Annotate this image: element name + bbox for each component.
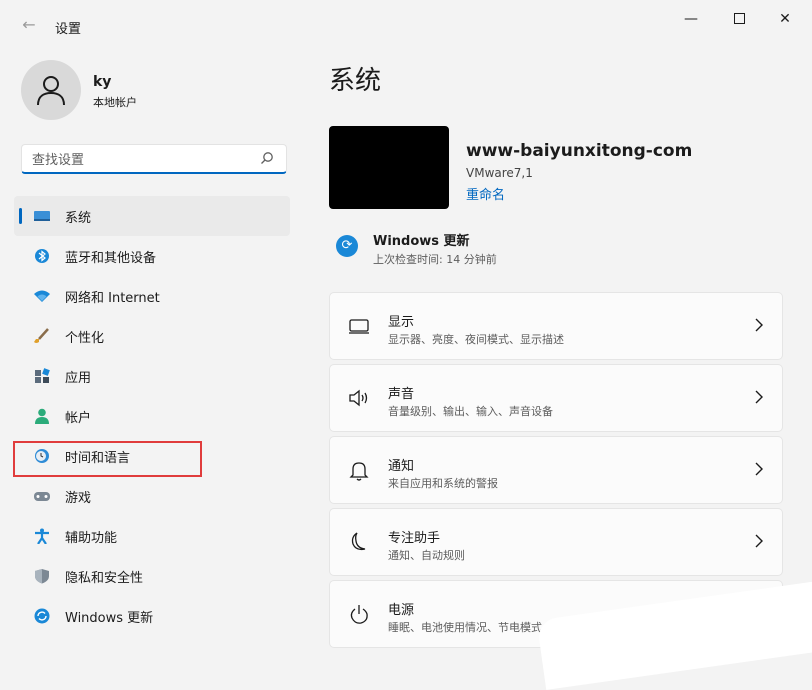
apps-icon	[35, 368, 50, 383]
brush-icon	[34, 328, 49, 343]
sidebar-item-bluetooth[interactable]: 蓝牙和其他设备	[14, 236, 290, 276]
maximize-icon	[733, 12, 745, 24]
sidebar-nav: 系统 蓝牙和其他设备 网络和 Internet 个性化 应用 帐户 时间和语言	[14, 196, 290, 636]
wifi-icon	[34, 290, 50, 302]
sidebar-item-label: 蓝牙和其他设备	[65, 251, 157, 266]
card-sound[interactable]: 声音 音量级别、输出、输入、声音设备	[329, 364, 783, 432]
sidebar-item-apps[interactable]: 应用	[14, 356, 290, 396]
card-title: 电源	[388, 603, 415, 618]
windows-update-icon	[34, 608, 50, 624]
device-name: www-baiyunxitong-com	[466, 141, 693, 161]
windows-update-status: 上次检查时间: 14 分钟前	[373, 253, 497, 266]
card-subtitle: 通知、自动规则	[388, 549, 465, 562]
chevron-right-icon	[755, 390, 763, 404]
rename-link[interactable]: 重命名	[466, 184, 505, 203]
user-name: ky	[93, 74, 112, 90]
speaker-icon	[349, 389, 368, 407]
minimize-button[interactable]: —	[671, 8, 711, 30]
title-bar: ← 设置 — ✕	[0, 0, 812, 44]
gamepad-icon	[34, 492, 50, 501]
card-title: 声音	[388, 387, 415, 402]
accessibility-icon	[35, 528, 49, 544]
sidebar-item-label: 应用	[65, 371, 92, 386]
sidebar-item-label: 帐户	[65, 411, 92, 426]
account-icon	[35, 408, 49, 424]
bluetooth-icon	[35, 249, 49, 263]
card-display[interactable]: 显示 显示器、亮度、夜间模式、显示描述	[329, 292, 783, 360]
account-type: 本地帐户	[93, 96, 137, 109]
avatar[interactable]	[21, 60, 81, 120]
shield-icon	[35, 569, 49, 584]
app-title: 设置	[55, 22, 82, 37]
search-box[interactable]	[21, 144, 287, 174]
close-button[interactable]: ✕	[765, 8, 805, 30]
sidebar-item-label: 系统	[65, 211, 92, 226]
device-thumbnail	[329, 126, 449, 209]
card-subtitle: 睡眠、电池使用情况、节电模式	[388, 621, 542, 634]
card-title: 专注助手	[388, 531, 441, 546]
highlight-box	[13, 441, 202, 477]
sidebar-item-label: 辅助功能	[65, 531, 118, 546]
sidebar-item-windows-update[interactable]: Windows 更新	[14, 596, 290, 636]
search-icon[interactable]	[260, 151, 274, 165]
chevron-right-icon	[755, 318, 763, 332]
card-title: 显示	[388, 315, 415, 330]
card-subtitle: 来自应用和系统的警报	[388, 477, 498, 490]
settings-window: ← 设置 — ✕ ky 本地帐户 系统 蓝牙和其他设备 网络和	[0, 0, 812, 690]
moon-icon	[351, 532, 366, 551]
maximize-button[interactable]	[719, 8, 759, 30]
sidebar-item-label: Windows 更新	[65, 611, 154, 626]
sidebar-item-label: 隐私和安全性	[65, 571, 144, 586]
card-focus-assist[interactable]: 专注助手 通知、自动规则	[329, 508, 783, 576]
sidebar-item-network[interactable]: 网络和 Internet	[14, 276, 290, 316]
card-title: 通知	[388, 459, 415, 474]
chevron-right-icon	[755, 534, 763, 548]
sidebar-item-accessibility[interactable]: 辅助功能	[14, 516, 290, 556]
user-icon	[37, 76, 65, 106]
sidebar-item-label: 游戏	[65, 491, 92, 506]
device-model: VMware7,1	[466, 166, 533, 180]
windows-update-icon[interactable]: ⟳	[336, 235, 358, 257]
monitor-icon	[349, 319, 369, 334]
power-icon	[350, 605, 368, 624]
sidebar-item-privacy[interactable]: 隐私和安全性	[14, 556, 290, 596]
search-input[interactable]	[30, 149, 254, 171]
windows-update-title[interactable]: Windows 更新	[373, 230, 470, 249]
chevron-right-icon	[755, 462, 763, 476]
sidebar-item-label: 网络和 Internet	[65, 291, 160, 306]
sidebar-item-system[interactable]: 系统	[14, 196, 290, 236]
card-notifications[interactable]: 通知 来自应用和系统的警报	[329, 436, 783, 504]
sidebar-item-gaming[interactable]: 游戏	[14, 476, 290, 516]
sidebar-item-personalization[interactable]: 个性化	[14, 316, 290, 356]
sidebar-item-accounts[interactable]: 帐户	[14, 396, 290, 436]
bell-icon	[349, 462, 369, 481]
card-subtitle: 音量级别、输出、输入、声音设备	[388, 405, 553, 418]
sidebar-item-label: 个性化	[65, 331, 105, 346]
page-title: 系统	[329, 66, 382, 96]
back-arrow-icon[interactable]: ←	[18, 14, 40, 36]
system-display-icon	[34, 211, 50, 221]
card-subtitle: 显示器、亮度、夜间模式、显示描述	[388, 333, 564, 346]
